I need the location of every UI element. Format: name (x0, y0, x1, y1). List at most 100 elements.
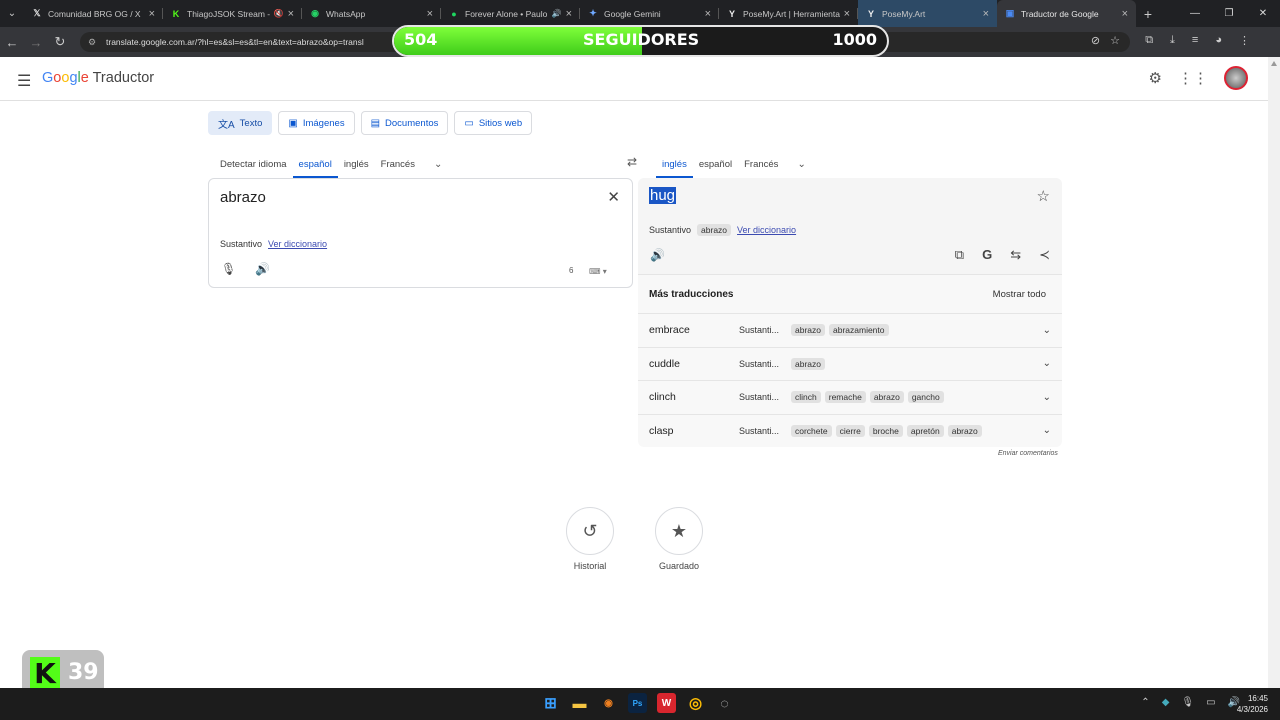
synonym-chip[interactable]: abrazamiento (829, 324, 889, 337)
tray-overflow-icon[interactable]: ⌃ (1141, 697, 1149, 708)
source-language-tab[interactable]: inglés (343, 150, 370, 178)
synonym-chip[interactable]: broche (868, 424, 903, 437)
close-tab-icon[interactable]: × (288, 8, 294, 20)
tab-search-chevron-icon[interactable]: ⌄ (0, 0, 24, 27)
new-tab-button[interactable]: + (1136, 0, 1160, 27)
mode-im-genes-button[interactable]: ▣ Imágenes (278, 111, 355, 135)
muted-icon[interactable]: 🔇 (274, 9, 284, 18)
translation-row[interactable]: cuddle Sustanti... abrazo ⌄ (638, 346, 1062, 381)
browser-menu-icon[interactable]: ⋮ (1239, 34, 1250, 47)
close-tab-icon[interactable]: × (566, 8, 572, 20)
browser-tab[interactable]: ▣ Traductor de Google × (997, 0, 1136, 27)
copy-icon[interactable]: ⧉ (955, 247, 964, 263)
clear-text-icon[interactable]: ✕ (607, 188, 620, 206)
close-tab-icon[interactable]: × (1122, 8, 1128, 20)
reload-icon[interactable]: ↻ (48, 27, 72, 57)
microphone-icon[interactable]: 🎙 (221, 262, 236, 276)
show-all-button[interactable]: Mostrar todo (993, 289, 1046, 300)
taskbar-clock[interactable]: 16:45 4/3/2026 (1237, 693, 1268, 715)
obs-icon[interactable]: ◌ (715, 693, 734, 713)
microphone-tray-icon[interactable]: 🎙 (1181, 697, 1194, 708)
profile-icon[interactable]: ◕ (1215, 34, 1222, 47)
history-button[interactable]: ↺ Historial (560, 507, 620, 571)
security-icon[interactable]: ◆ (1162, 697, 1170, 708)
synonym-chip[interactable]: cierre (835, 424, 865, 437)
source-text-panel[interactable]: abrazo ✕ Sustantivo Ver diccionario 🎙 🔊 … (208, 178, 633, 288)
close-tab-icon[interactable]: × (983, 8, 989, 20)
target-listen-icon[interactable]: 🔊 (650, 248, 665, 262)
expand-chevron-icon[interactable]: ⌄ (1043, 392, 1051, 403)
translation-row[interactable]: clasp Sustanti... corchete cierre broche apre… (638, 413, 1062, 448)
browser-tab[interactable]: 𝕏 Comunidad BRG OG / X × (24, 0, 163, 27)
windows-start-icon[interactable]: ⊞ (541, 693, 560, 713)
settings-gear-icon[interactable]: ⚙ (1149, 69, 1162, 87)
back-icon[interactable]: ← (0, 27, 24, 57)
more-languages-chevron-icon[interactable]: ⌄ (797, 159, 805, 170)
expand-chevron-icon[interactable]: ⌄ (1043, 358, 1051, 369)
synonym-chip[interactable]: clinch (791, 391, 821, 404)
photoshop-icon[interactable]: Ps (628, 693, 647, 713)
translation-text[interactable]: hug (649, 187, 677, 204)
source-language-tab[interactable]: Detectar idioma (219, 150, 288, 178)
synonym-chip[interactable]: remache (824, 391, 866, 404)
browser-tab[interactable]: K ThiagoJSOK Stream - 🔇 × (163, 0, 302, 27)
account-avatar[interactable] (1224, 66, 1248, 90)
main-menu-icon[interactable]: ☰ (17, 71, 31, 91)
target-language-tab[interactable]: inglés (656, 150, 693, 178)
reading-list-icon[interactable]: ≡ (1192, 34, 1198, 47)
save-translation-star-icon[interactable]: ☆ (1037, 187, 1050, 205)
browser-tab[interactable]: ✦ Google Gemini × (580, 0, 719, 27)
maximize-icon[interactable]: ❐ (1212, 0, 1246, 27)
minimize-icon[interactable]: — (1178, 0, 1212, 27)
mode-texto-button[interactable]: 文A Texto (208, 111, 273, 135)
source-language-tab[interactable]: español (292, 150, 339, 178)
translation-row[interactable]: embrace Sustanti... abrazo abrazamiento ⌄ (638, 313, 1062, 347)
expand-chevron-icon[interactable]: ⌄ (1043, 325, 1051, 336)
scroll-up-arrow-icon[interactable] (1271, 61, 1277, 66)
bookmark-star-icon[interactable]: ☆ (1110, 34, 1120, 47)
close-tab-icon[interactable]: × (844, 8, 850, 20)
share-icon[interactable]: ≺ (1039, 247, 1050, 263)
synonym-chip[interactable]: gancho (907, 391, 944, 404)
chrome-icon[interactable]: ◎ (686, 693, 705, 713)
browser-tab[interactable]: ● Forever Alone • Paulo 🔊 × (441, 0, 580, 27)
page-scrollbar[interactable] (1268, 57, 1280, 688)
rate-translation-icon[interactable]: ⇆ (1010, 247, 1021, 263)
source-language-tab[interactable]: Francés (380, 150, 416, 178)
expand-chevron-icon[interactable]: ⌄ (1043, 425, 1051, 436)
send-feedback-link[interactable]: Enviar comentarios (998, 450, 1058, 457)
google-translate-logo[interactable]: Google Traductor (42, 70, 154, 86)
target-pos-chip[interactable]: abrazo (697, 224, 732, 236)
browser-tab[interactable]: Y PoseMy.Art | Herramienta × (719, 0, 858, 27)
browser-tab[interactable]: Y PoseMy.Art × (858, 0, 997, 27)
mode-documentos-button[interactable]: ▤ Documentos (360, 111, 449, 135)
close-tab-icon[interactable]: × (427, 8, 433, 20)
file-explorer-icon[interactable]: ▬ (570, 693, 589, 713)
target-language-tab[interactable]: español (698, 150, 733, 178)
synonym-chip[interactable]: corchete (791, 424, 832, 437)
browser-tab[interactable]: ◉ WhatsApp × (302, 0, 441, 27)
keyboard-icon[interactable]: ⌨ ▾ (589, 267, 607, 276)
eye-off-icon[interactable]: ⊘ (1091, 34, 1100, 47)
synonym-chip[interactable]: abrazo (869, 391, 904, 404)
synonym-chip[interactable]: apretón (906, 424, 944, 437)
source-listen-icon[interactable]: 🔊 (255, 262, 270, 276)
target-dictionary-link[interactable]: Ver diccionario (737, 225, 796, 235)
swap-languages-icon[interactable]: ⇄ (627, 155, 637, 169)
google-search-icon[interactable]: G (982, 247, 992, 263)
download-icon[interactable]: ⤓ (1170, 34, 1175, 47)
synonym-chip[interactable]: abrazo (791, 324, 825, 337)
network-icon[interactable]: ▭ (1206, 697, 1215, 708)
forward-icon[interactable]: → (24, 27, 48, 57)
close-tab-icon[interactable]: × (149, 8, 155, 20)
source-dictionary-link[interactable]: Ver diccionario (268, 239, 327, 249)
mode-sitios-web-button[interactable]: ▭ Sitios web (454, 111, 533, 135)
synonym-chip[interactable]: abrazo (947, 424, 982, 437)
blender-icon[interactable]: ◉ (599, 693, 618, 713)
translation-row[interactable]: clinch Sustanti... clinch remache abrazo ganc… (638, 380, 1062, 414)
saved-button[interactable]: ★ Guardado (649, 507, 709, 571)
source-text-input[interactable]: abrazo (220, 189, 266, 206)
apps-grid-icon[interactable]: ⋮⋮ (1178, 69, 1208, 87)
more-languages-chevron-icon[interactable]: ⌄ (434, 159, 442, 170)
extensions-icon[interactable]: ⧉ (1145, 34, 1153, 47)
